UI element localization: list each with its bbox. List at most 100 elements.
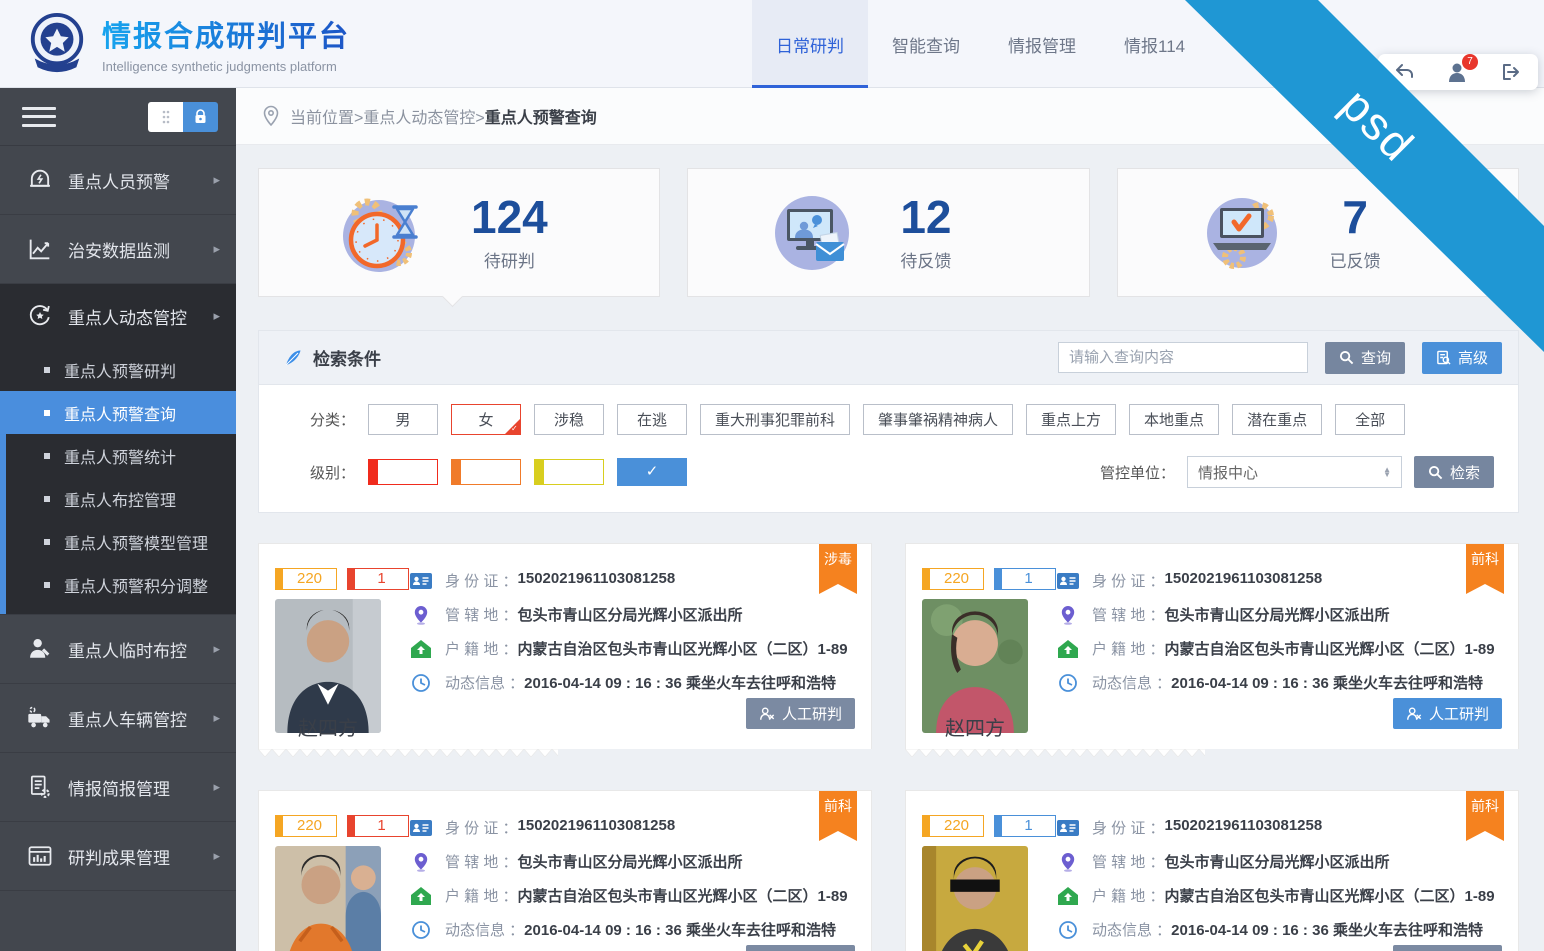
alarm-icon [26,166,54,194]
activity-desc: 乘坐火车去往呼和浩特 [686,675,836,692]
category-male[interactable]: 男 [368,404,438,435]
nav-tab-intel-114[interactable]: 情报114 [1100,0,1209,88]
sidebar-subitem-warning-stats[interactable]: 重点人预警统计 [0,434,236,477]
stat-card-pending-feedback[interactable]: 12 待反馈 [687,168,1089,297]
residence-label: 户 籍 地 ： [445,638,518,659]
stat-card-pending-judgment[interactable]: 124 待研判 [258,168,660,297]
nav-tab-smart-query[interactable]: 智能查询 [868,0,984,88]
document-search-icon [1436,350,1451,365]
main-content: 124 待研判 [236,145,1544,951]
manual-judge-button[interactable]: 人工研判 [1393,945,1502,951]
refresh-star-icon [26,302,54,330]
sidebar-group-key-person-dynamic: 重点人动态管控 ▸ 重点人预警研判 重点人预警查询 重点人预警统计 重点人布控管… [0,284,236,615]
search-input[interactable] [1058,342,1308,373]
nav-tab-intel-manage[interactable]: 情报管理 [984,0,1100,88]
sidebar-item-temp-control[interactable]: 重点人临时布控 ▸ [0,615,236,684]
logout-icon[interactable] [1499,61,1523,83]
sidebar-item-key-person-dynamic[interactable]: 重点人动态管控 ▸ [0,284,236,348]
unit-select[interactable]: 情报中心 ▲▼ [1187,456,1402,488]
breadcrumb-current: 重点人预警查询 [485,110,597,127]
stat-card-feedback-done[interactable]: 7 已反馈 [1117,168,1519,297]
sidebar-subitem-score-adjust[interactable]: 重点人预警积分调整 [0,563,236,606]
level-red[interactable] [368,459,438,485]
person-edit-icon [26,635,54,663]
lock-icon[interactable] [183,102,218,132]
manual-judge-button[interactable]: 人工研判 [746,698,855,729]
level-blue-selected[interactable]: ✓ [617,458,687,486]
person-photo[interactable] [922,846,1028,951]
category-female[interactable]: 女✓ [451,404,521,435]
activity-label: 动态信息 ： [445,919,524,940]
sidebar-pin-toggle[interactable] [148,102,218,132]
person-judge-icon [1406,706,1422,722]
jurisdiction-value: 包头市青山区分局光辉小区派出所 [518,604,743,625]
category-local-key[interactable]: 本地重点 [1129,404,1219,435]
document-gear-icon [26,773,54,801]
hamburger-menu-icon[interactable] [22,107,56,127]
level-label: 级别： [283,462,355,483]
header-actions: 7 [1378,54,1538,90]
sidebar-item-vehicle-control[interactable]: 重点人车辆管控 ▸ [0,684,236,753]
grip-icon[interactable] [148,102,183,132]
home-icon [1056,886,1080,906]
jurisdiction-label: 管 辖 地 ： [1092,851,1165,872]
sidebar-item-key-person-warning[interactable]: 重点人员预警 ▸ [0,146,236,215]
category-potential-key[interactable]: 潜在重点 [1232,404,1322,435]
category-fugitive[interactable]: 在逃 [617,404,687,435]
category-mental-patient[interactable]: 肇事肇祸精神病人 [863,404,1013,435]
sidebar-subitem-control-manage[interactable]: 重点人布控管理 [0,477,236,520]
chart-window-icon [26,842,54,870]
sidebar-subitem-warning-judge[interactable]: 重点人预警研判 [0,348,236,391]
activity-time: 2016-04-14 09 : 16 : 36 [524,675,682,692]
score-badge: 220 [922,815,984,837]
retrieve-button[interactable]: 检索 [1414,456,1494,488]
filter-title-label: 检索条件 [313,345,381,370]
sidebar-item-briefing-manage[interactable]: 情报简报管理 ▸ [0,753,236,822]
sidebar-item-result-manage[interactable]: 研判成果管理 ▸ [0,822,236,891]
id-value: 1502021961103081258 [518,817,676,834]
jurisdiction-value: 包头市青山区分局光辉小区派出所 [518,851,743,872]
flag-badge: 1 [347,568,409,590]
residence-label: 户 籍 地 ： [1092,638,1165,659]
user-messages-icon[interactable]: 7 [1446,61,1470,83]
stat-label: 待反馈 [900,247,951,272]
advanced-button[interactable]: 高级 [1422,342,1502,374]
clock-icon [409,920,433,940]
sidebar-subitem-warning-query[interactable]: 重点人预警查询 [0,391,236,434]
home-icon [409,639,433,659]
manual-judge-button[interactable]: 人工研判 [746,945,855,951]
person-photo[interactable] [275,846,381,951]
undo-icon[interactable] [1393,61,1417,83]
category-stability[interactable]: 涉稳 [534,404,604,435]
nav-tab-daily[interactable]: 日常研判 [752,0,868,88]
manual-judge-button[interactable]: 人工研判 [1393,698,1502,729]
flag-badge: 1 [347,815,409,837]
clock-icon [1056,673,1080,693]
category-row: 分类： 男 女✓ 涉稳 在逃 重大刑事犯罪前科 肇事肇祸精神病人 重点上方 本地… [283,404,1494,435]
chart-icon [26,235,54,263]
logo: 情报合成研判平台 Intelligence synthetic judgment… [26,10,350,76]
nav-tab-special[interactable]: 专题研判 [1209,0,1325,88]
unit-selected-value: 情报中心 [1198,462,1258,483]
activity-desc: 乘坐火车去往呼和浩特 [1333,922,1483,939]
query-button[interactable]: 查询 [1325,342,1405,374]
level-orange[interactable] [451,459,521,485]
person-name: 赵四方 [922,712,1028,741]
home-icon [409,886,433,906]
level-yellow[interactable] [534,459,604,485]
category-key-upper[interactable]: 重点上方 [1026,404,1116,435]
person-judge-icon [759,706,775,722]
person-cards: 220 1 涉毒 赵四方 身 份 证 ： 1502021961103081258 [258,543,1519,951]
sidebar-subitem-model-manage[interactable]: 重点人预警模型管理 [0,520,236,563]
feather-icon [283,348,303,368]
map-pin-icon [1056,605,1080,625]
category-all[interactable]: 全部 [1335,404,1405,435]
breadcrumb-parent[interactable]: 重点人动态管控 [363,110,475,127]
id-card-icon [1056,571,1080,591]
id-value: 1502021961103081258 [1165,570,1323,587]
activity-label: 动态信息 ： [1092,919,1171,940]
sidebar-item-security-data-monitor[interactable]: 治安数据监测 ▸ [0,215,236,284]
truck-icon [26,704,54,732]
category-criminal-record[interactable]: 重大刑事犯罪前科 [700,404,850,435]
id-label: 身 份 证 ： [445,817,518,838]
